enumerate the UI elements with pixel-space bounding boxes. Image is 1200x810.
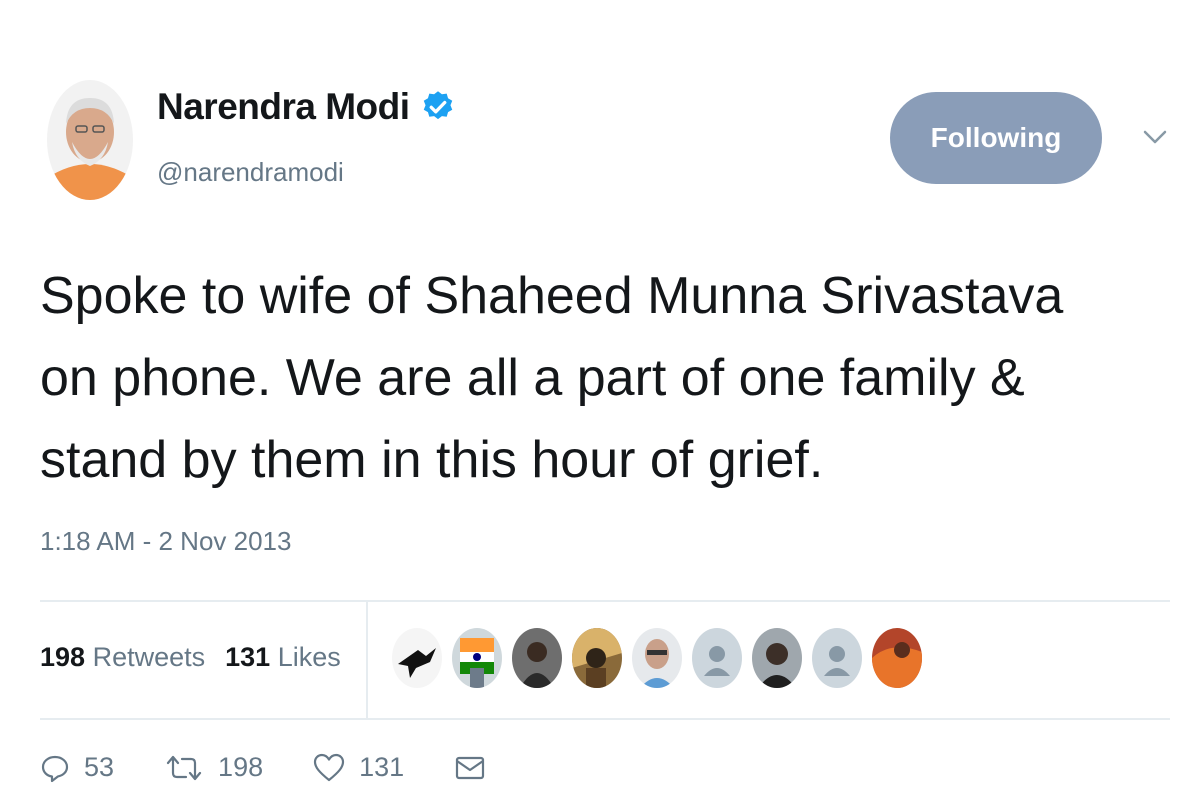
heart-icon[interactable] — [313, 753, 345, 783]
envelope-icon[interactable] — [454, 753, 486, 783]
liker-avatars — [392, 628, 922, 688]
retweet-count: 198 — [218, 752, 264, 782]
chevron-down-icon[interactable] — [1142, 128, 1168, 146]
retweets-stat[interactable]: 198 Retweets — [40, 642, 205, 673]
default-avatar[interactable] — [692, 628, 742, 688]
divider — [366, 602, 368, 718]
message-action[interactable] — [454, 753, 500, 783]
tweet-line: stand by them in this hour of grief. — [40, 431, 824, 489]
liker-avatar[interactable] — [512, 628, 562, 688]
tweet-stats: 198 Retweets 131 Likes — [40, 642, 341, 673]
liker-avatar[interactable] — [392, 628, 442, 688]
retweet-icon[interactable] — [164, 753, 204, 783]
like-action[interactable]: 131 — [313, 752, 404, 783]
default-avatar[interactable] — [812, 628, 862, 688]
tweet-actions: 53 198 131 — [40, 752, 550, 783]
like-count: 131 — [359, 752, 405, 782]
reply-icon[interactable] — [40, 753, 70, 783]
liker-avatar[interactable] — [872, 628, 922, 688]
tweet-line: on phone. We are all a part of one famil… — [40, 349, 1025, 407]
tweet-text: Spoke to wife of Shaheed Munna Srivastav… — [40, 255, 1170, 501]
retweets-label: Retweets — [92, 642, 206, 672]
divider — [40, 600, 1170, 602]
liker-avatar[interactable] — [752, 628, 802, 688]
divider — [40, 718, 1170, 720]
reply-action[interactable]: 53 — [40, 752, 114, 783]
liker-avatar[interactable] — [572, 628, 622, 688]
user-handle[interactable]: @narendramodi — [157, 157, 344, 188]
profile-avatar[interactable] — [47, 80, 133, 200]
likes-stat[interactable]: 131 Likes — [225, 642, 341, 673]
likes-label: Likes — [277, 642, 341, 672]
tweet-line: Spoke to wife of Shaheed Munna Srivastav… — [40, 267, 1064, 325]
reply-count: 53 — [84, 752, 115, 782]
retweet-action[interactable]: 198 — [164, 752, 263, 783]
retweets-count: 198 — [40, 642, 86, 672]
user-name-row[interactable]: Narendra Modi — [157, 86, 456, 128]
liker-avatar[interactable] — [632, 628, 682, 688]
likes-count: 131 — [225, 642, 271, 672]
tweet-timestamp[interactable]: 1:18 AM - 2 Nov 2013 — [40, 526, 291, 557]
liker-avatar[interactable] — [452, 628, 502, 688]
verified-badge-icon — [423, 91, 452, 120]
following-button[interactable]: Following — [890, 92, 1102, 184]
user-name[interactable]: Narendra Modi — [157, 86, 410, 128]
